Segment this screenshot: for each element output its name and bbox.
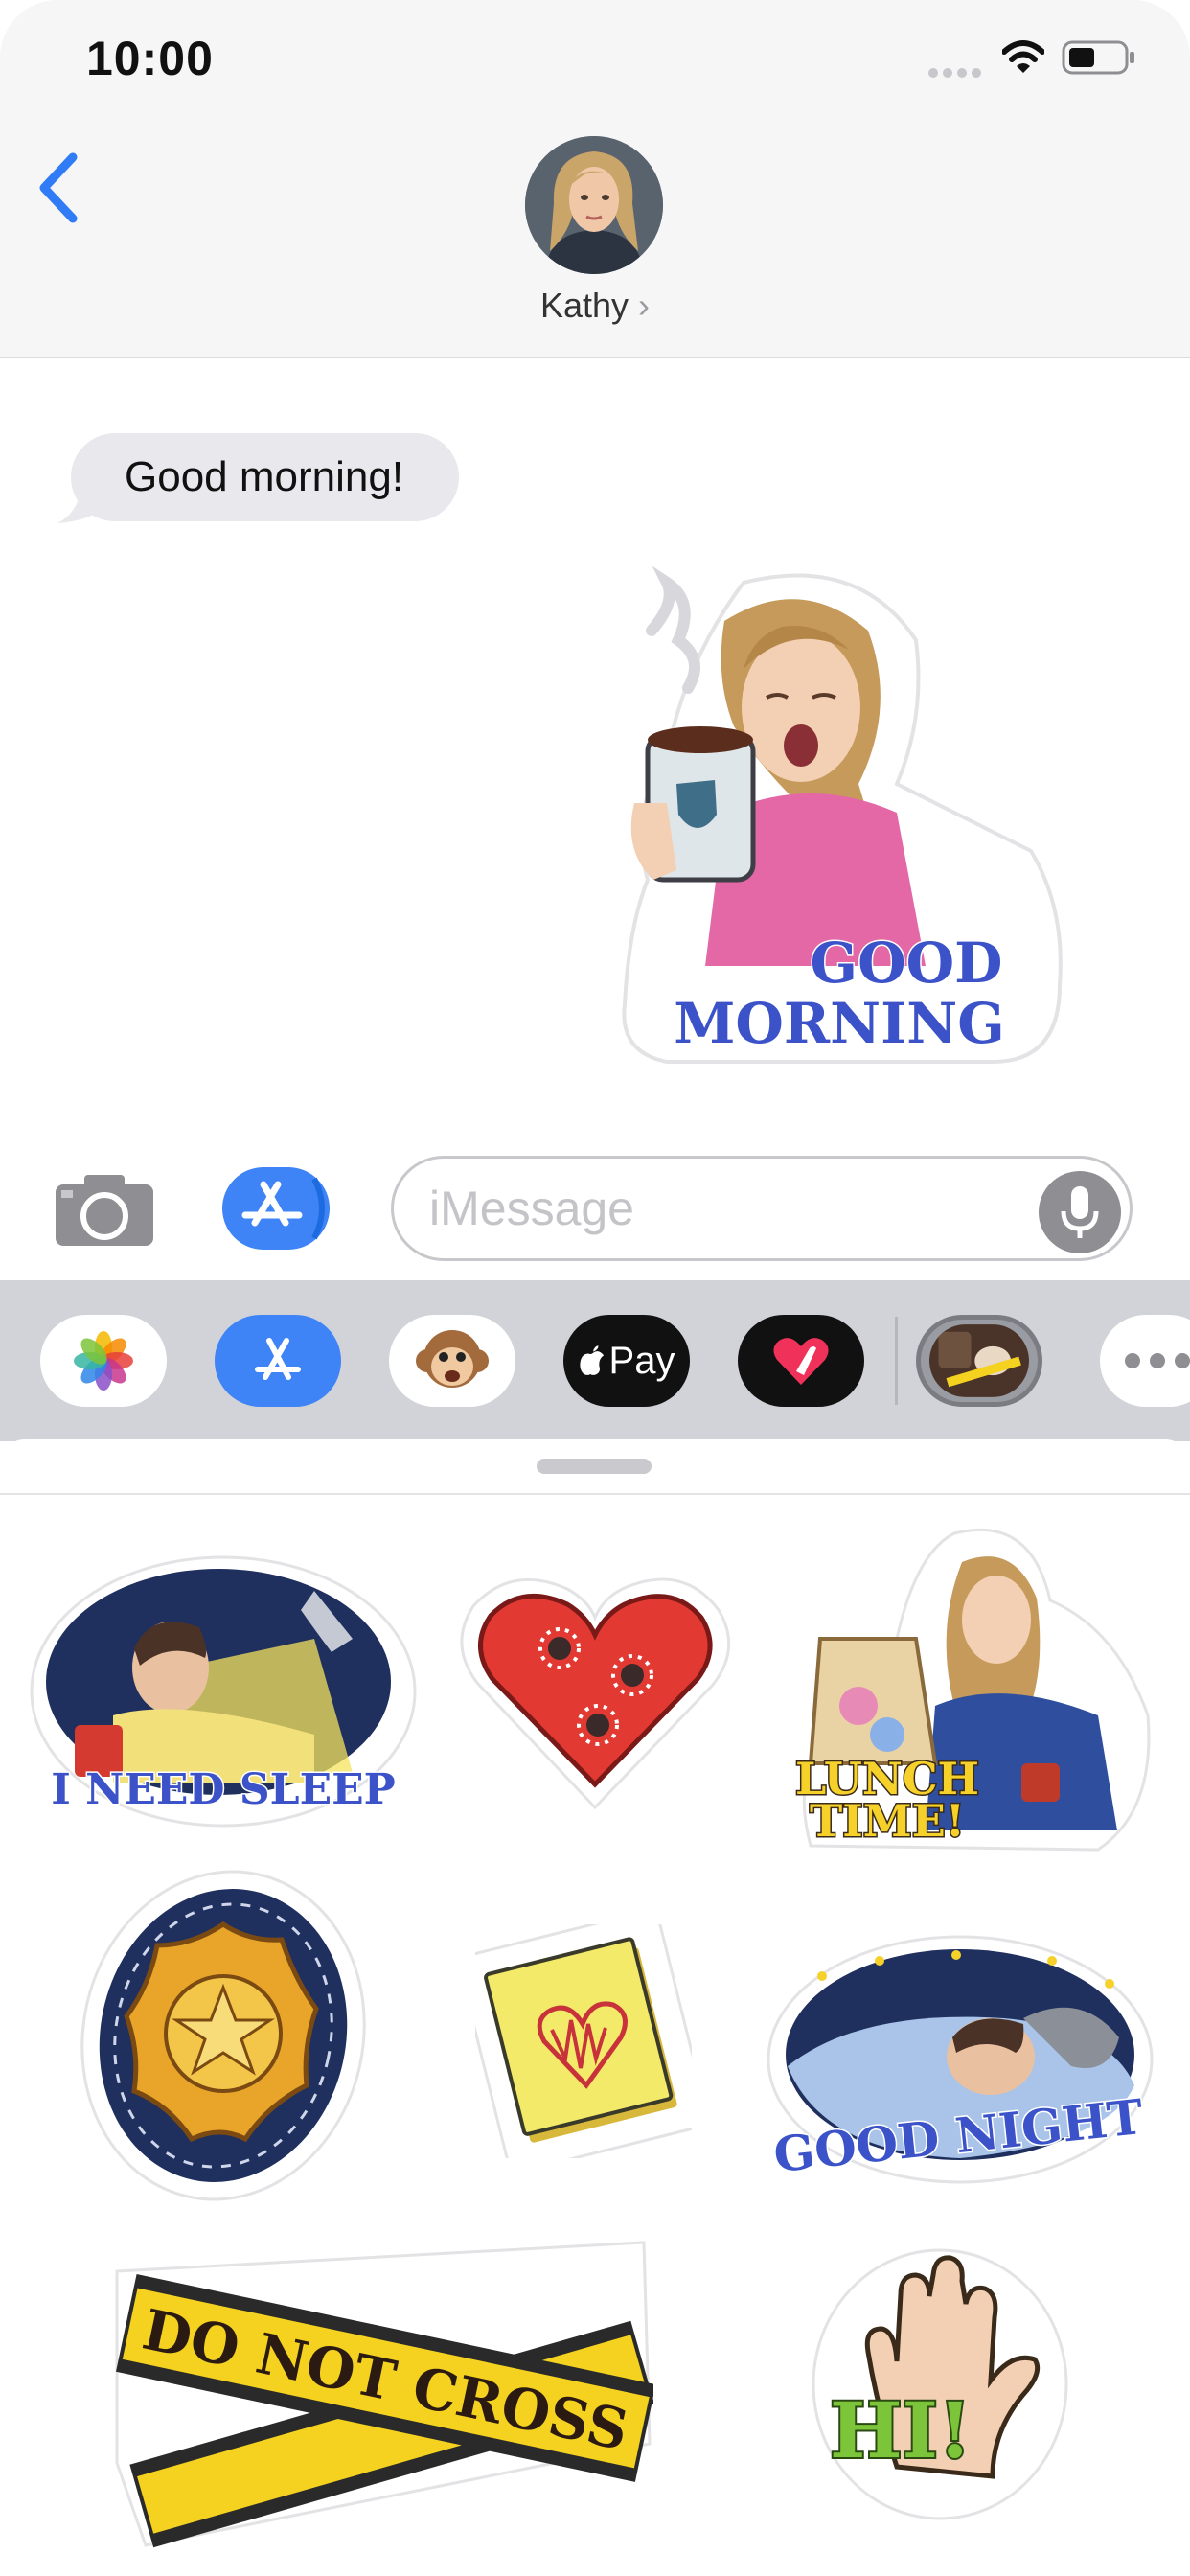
good-morning-line2: MORNING xyxy=(674,991,1005,1056)
hi-label: HI! xyxy=(830,2385,972,2475)
police-badge-sticker[interactable] xyxy=(77,1865,370,2206)
i-need-sleep-label: I NEED SLEEP xyxy=(51,1765,396,1814)
wifi-icon xyxy=(1002,40,1044,73)
good-night-sticker[interactable]: GOOD NIGHT xyxy=(765,1932,1156,2187)
apple-pay-label: Pay xyxy=(608,1339,675,1382)
app-store-drawer-button[interactable] xyxy=(215,1315,341,1407)
message-text: Good morning! xyxy=(125,453,404,500)
microphone-button[interactable] xyxy=(1039,1171,1121,1254)
animoji-monkey-icon xyxy=(416,1330,489,1388)
imessage-placeholder: iMessage xyxy=(429,1182,634,1235)
more-apps-button[interactable] xyxy=(1100,1315,1190,1407)
digital-touch-button[interactable] xyxy=(738,1315,864,1407)
photos-app-button[interactable] xyxy=(40,1315,167,1407)
lunch-time-line2: TIME! xyxy=(810,1795,965,1847)
digital-touch-icon xyxy=(773,1338,829,1385)
back-chevron-icon[interactable] xyxy=(36,151,80,224)
microphone-icon xyxy=(1061,1186,1099,1238)
apple-pay-button[interactable]: Pay xyxy=(563,1315,690,1407)
lunch-time-sticker[interactable]: LUNCH TIME! xyxy=(791,1524,1154,1859)
hi-hand-sticker[interactable]: HI! xyxy=(801,2237,1083,2524)
drawer-divider xyxy=(895,1317,898,1405)
bullet-heart-sticker[interactable] xyxy=(454,1568,736,1813)
good-morning-sticker[interactable]: GOOD MORNING xyxy=(609,564,1085,1071)
photos-icon xyxy=(74,1331,133,1391)
police-sticker-app-icon xyxy=(929,1324,1029,1397)
heart-note-sticker[interactable] xyxy=(475,1924,692,2158)
more-icon xyxy=(1125,1353,1190,1368)
contact-avatar[interactable] xyxy=(525,136,663,274)
received-message-bubble[interactable]: Good morning! xyxy=(71,433,460,521)
battery-icon xyxy=(1062,40,1134,75)
contact-chevron-icon: › xyxy=(638,286,651,325)
tray-separator xyxy=(0,1493,1190,1495)
contact-name[interactable]: Kathy › xyxy=(499,286,691,326)
apple-pay-icon xyxy=(579,1346,604,1375)
good-morning-line1: GOOD xyxy=(811,931,1003,996)
cellular-signal-icon xyxy=(928,68,981,78)
tray-grabber-handle[interactable] xyxy=(537,1459,652,1474)
i-need-sleep-sticker[interactable]: I NEED SLEEP xyxy=(27,1552,420,1830)
police-sticker-app-button[interactable] xyxy=(916,1315,1042,1407)
camera-icon[interactable] xyxy=(54,1173,155,1248)
app-store-button[interactable] xyxy=(222,1167,330,1250)
status-time: 10:00 xyxy=(86,32,214,85)
do-not-cross-sticker[interactable]: DO NOT CROSS xyxy=(107,2233,653,2549)
app-store-icon xyxy=(255,1338,301,1380)
animoji-app-button[interactable] xyxy=(389,1315,515,1407)
contact-name-label: Kathy xyxy=(539,286,629,325)
